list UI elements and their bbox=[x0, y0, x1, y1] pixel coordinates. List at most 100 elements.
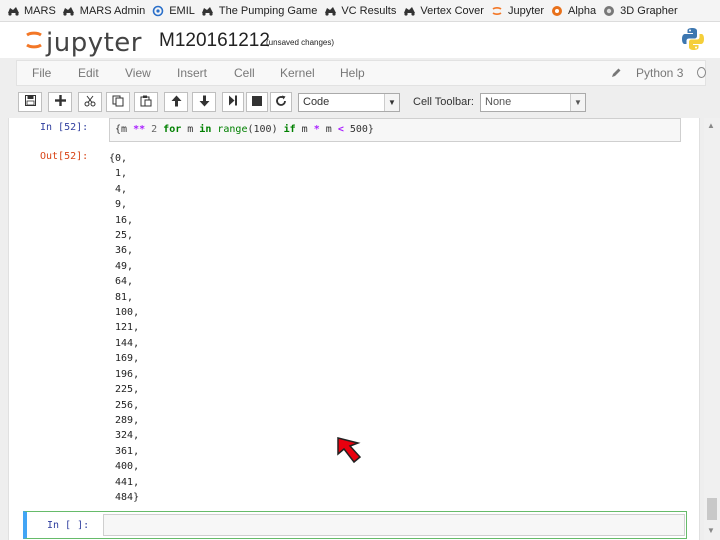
output-line: {0, bbox=[109, 153, 128, 164]
output-line: 4, bbox=[109, 183, 128, 195]
code-cell-input[interactable]: {m ** 2 for m in range(100) if m * m < 5… bbox=[109, 118, 681, 142]
code-token: for bbox=[163, 124, 182, 135]
output-prompt: Out[52]: bbox=[40, 151, 89, 162]
cell-type-select[interactable]: Code ▼ bbox=[298, 93, 400, 112]
jupyter-logo-icon bbox=[24, 26, 44, 59]
code-token: 500} bbox=[343, 124, 374, 135]
bookmark-label: VC Results bbox=[341, 4, 397, 17]
bookmark-label: EMIL bbox=[169, 4, 195, 17]
menu-help[interactable]: Help bbox=[340, 66, 365, 80]
stop-icon bbox=[252, 95, 262, 109]
output-line: 484} bbox=[109, 491, 140, 503]
save-status: (unsaved changes) bbox=[266, 38, 335, 47]
output-line: 36, bbox=[109, 245, 134, 257]
bookmark-mars-admin[interactable]: MARS Admin bbox=[62, 4, 145, 18]
kernel-status-icon bbox=[697, 67, 706, 78]
bookmark-label: Jupyter bbox=[507, 4, 545, 17]
code-token: m bbox=[319, 124, 338, 135]
bookmark-emil[interactable]: EMIL bbox=[151, 4, 195, 18]
move-up-button[interactable] bbox=[164, 92, 188, 112]
output-line: 100, bbox=[109, 307, 140, 319]
output-line: 16, bbox=[109, 214, 134, 226]
jupyter-icon bbox=[490, 4, 504, 18]
scissors-icon bbox=[84, 95, 96, 110]
paste-icon bbox=[140, 95, 152, 110]
menu-view[interactable]: View bbox=[125, 66, 151, 80]
bookmark-pumping-game[interactable]: The Pumping Game bbox=[201, 4, 317, 18]
new-cell-input[interactable] bbox=[103, 514, 685, 536]
output-line: 1, bbox=[109, 168, 128, 180]
output-line: 169, bbox=[109, 353, 140, 365]
output-line: 9, bbox=[109, 199, 128, 211]
code-token: 2 bbox=[145, 124, 164, 135]
chevron-down-icon: ▼ bbox=[570, 94, 585, 111]
copy-icon bbox=[112, 95, 124, 110]
notebook-name[interactable]: M120161212 bbox=[159, 30, 270, 52]
output-line: 289, bbox=[109, 414, 140, 426]
bookmark-vertex-cover[interactable]: Vertex Cover bbox=[402, 4, 484, 18]
output-line: 400, bbox=[109, 461, 140, 473]
logo-text: jupyter bbox=[46, 27, 142, 58]
output-line: 441, bbox=[109, 476, 140, 488]
alpha-icon bbox=[550, 4, 564, 18]
notebook-container: In [52]: {m ** 2 for m in range(100) if … bbox=[8, 118, 700, 540]
refresh-icon bbox=[275, 95, 287, 110]
bookmark-label: Alpha bbox=[568, 4, 597, 17]
output-line: 81, bbox=[109, 291, 134, 303]
interrupt-kernel-button[interactable] bbox=[246, 92, 268, 112]
save-button[interactable] bbox=[18, 92, 42, 112]
bookmark-label: 3D Grapher bbox=[620, 4, 678, 17]
vertical-scrollbar[interactable]: ▲ ▼ bbox=[704, 118, 720, 540]
jupyter-logo[interactable]: jupyter bbox=[24, 26, 142, 59]
bookmark-vc-results[interactable]: VC Results bbox=[323, 4, 396, 18]
output-line: 361, bbox=[109, 445, 140, 457]
code-line: {m ** 2 for m in range(100) if m * m < 5… bbox=[115, 124, 374, 135]
arrow-up-icon bbox=[171, 95, 182, 110]
plus-icon bbox=[54, 95, 66, 109]
output-line: 121, bbox=[109, 322, 140, 334]
cell-toolbar-select[interactable]: None ▼ bbox=[480, 93, 586, 112]
paste-button[interactable] bbox=[134, 92, 158, 112]
mars-icon bbox=[323, 4, 337, 18]
code-token: m bbox=[295, 124, 314, 135]
copy-button[interactable] bbox=[106, 92, 130, 112]
menu-insert[interactable]: Insert bbox=[177, 66, 207, 80]
menu-edit[interactable]: Edit bbox=[78, 66, 99, 80]
output-line: 196, bbox=[109, 368, 140, 380]
scrollbar-thumb[interactable] bbox=[707, 498, 717, 520]
output-line: 225, bbox=[109, 384, 140, 396]
output-line: 324, bbox=[109, 430, 140, 442]
bookmark-jupyter[interactable]: Jupyter bbox=[490, 4, 544, 18]
notebook-header: jupyter M120161212 (unsaved changes) bbox=[0, 22, 720, 58]
toolbar: Code ▼ Cell Toolbar: None ▼ bbox=[0, 88, 720, 116]
code-token: in bbox=[199, 124, 212, 135]
new-input-prompt: In [ ]: bbox=[47, 520, 90, 531]
run-cell-button[interactable] bbox=[222, 92, 244, 112]
code-token: m bbox=[181, 124, 200, 135]
menu-cell[interactable]: Cell bbox=[234, 66, 255, 80]
cell-type-value: Code bbox=[303, 96, 330, 108]
bookmark-alpha[interactable]: Alpha bbox=[550, 4, 596, 18]
code-token: ** bbox=[133, 124, 146, 135]
code-token: (100) bbox=[247, 124, 284, 135]
arrow-down-icon bbox=[199, 95, 210, 110]
bookmark-mars[interactable]: MARS bbox=[6, 4, 56, 18]
menu-file[interactable]: File bbox=[32, 66, 51, 80]
bookmarks-bar: MARS MARS Admin EMIL The Pumping Game VC… bbox=[0, 0, 720, 22]
new-code-cell[interactable]: In [ ]: bbox=[23, 511, 687, 539]
move-down-button[interactable] bbox=[192, 92, 216, 112]
mars-icon bbox=[402, 4, 416, 18]
scroll-up-icon[interactable]: ▲ bbox=[707, 121, 715, 130]
cell-toolbar-value: None bbox=[485, 96, 512, 108]
bookmark-3d-grapher[interactable]: 3D Grapher bbox=[602, 4, 678, 18]
mars-icon bbox=[6, 4, 20, 18]
python-logo-icon bbox=[680, 26, 706, 57]
cell-output: {0, 1, 4, 9, 16, 25, 36, 49, 64, 81, 100… bbox=[109, 151, 139, 505]
restart-kernel-button[interactable] bbox=[270, 92, 292, 112]
cell-toolbar-label: Cell Toolbar: bbox=[413, 96, 474, 108]
scroll-down-icon[interactable]: ▼ bbox=[707, 526, 715, 535]
menu-kernel[interactable]: Kernel bbox=[280, 66, 315, 80]
insert-cell-button[interactable] bbox=[48, 92, 72, 112]
cut-button[interactable] bbox=[78, 92, 102, 112]
kernel-name: Python 3 bbox=[636, 66, 684, 80]
